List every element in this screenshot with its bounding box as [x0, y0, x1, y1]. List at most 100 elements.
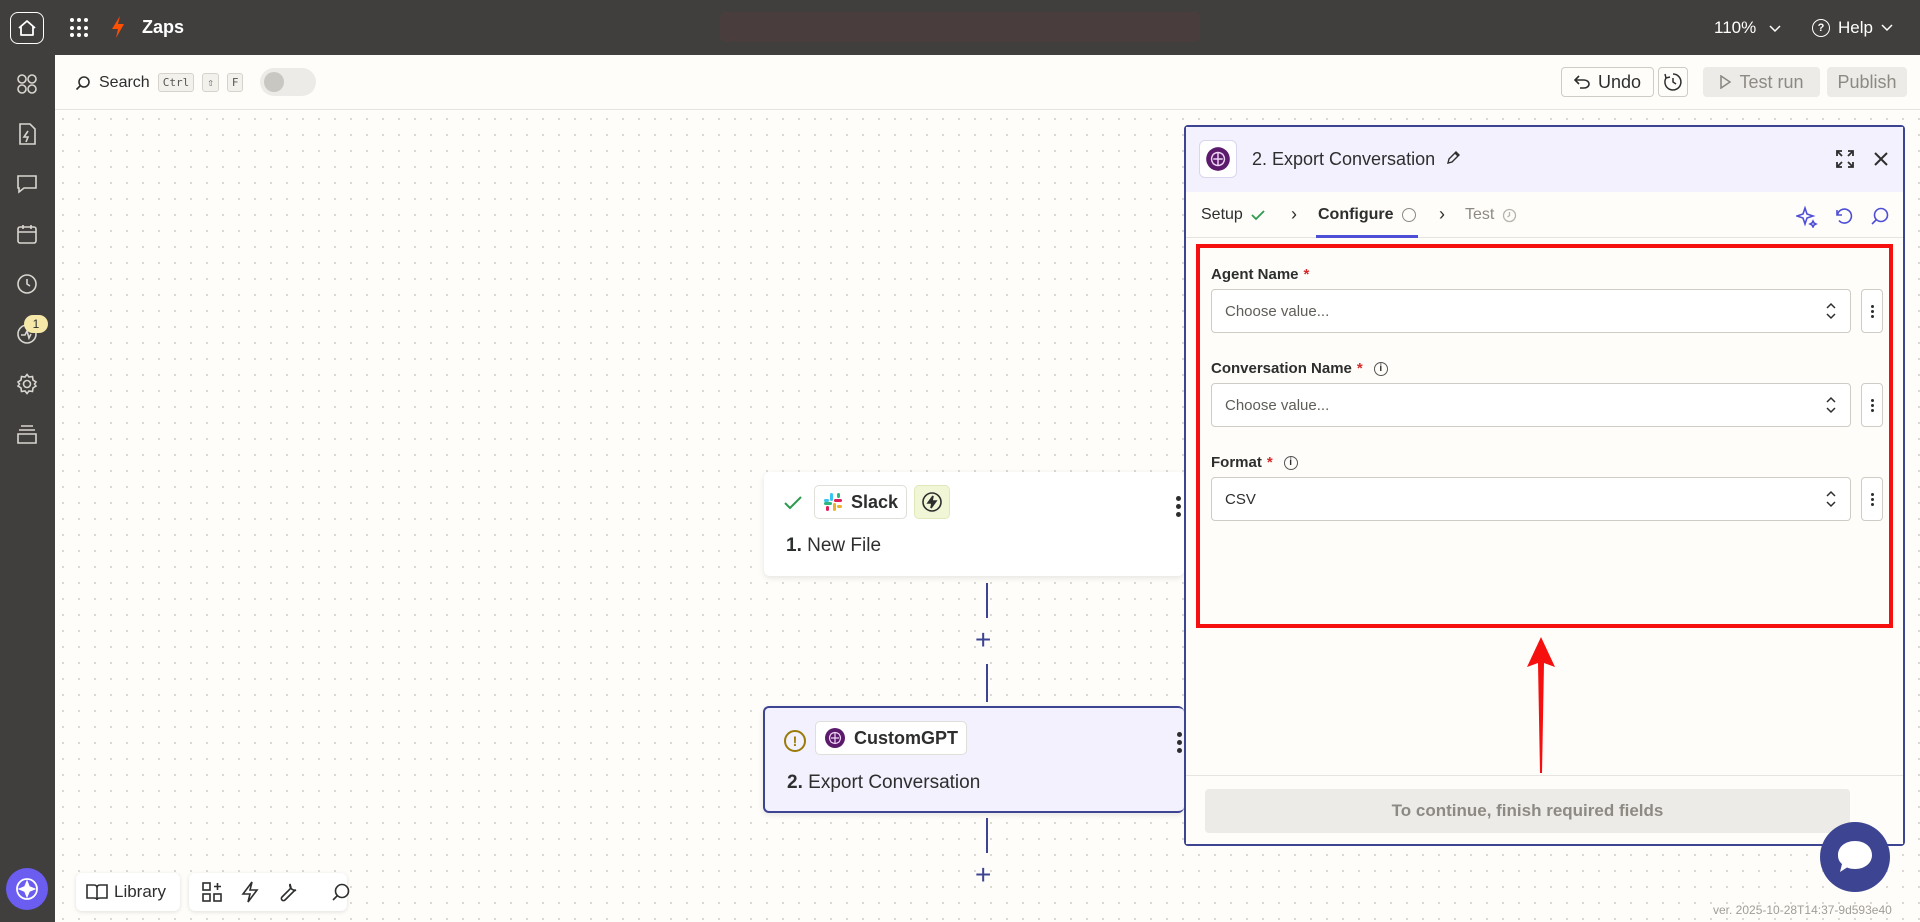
label-text: Format — [1211, 454, 1262, 471]
history-icon[interactable] — [14, 271, 40, 297]
lightning-icon[interactable] — [235, 873, 265, 911]
refresh-icon[interactable] — [1834, 206, 1854, 226]
continue-button[interactable]: To continue, finish required fields — [1205, 789, 1850, 833]
ai-sparkle-icon[interactable] — [1796, 206, 1818, 228]
wrench-icon[interactable] — [271, 873, 305, 911]
expand-icon[interactable] — [1835, 149, 1855, 169]
settings-icon[interactable] — [14, 371, 40, 397]
support-chat-button[interactable] — [1820, 822, 1890, 892]
up-down-chevron-icon — [1826, 396, 1836, 414]
required-fields-highlight: Agent Name * Choose value... Conversatio… — [1196, 244, 1893, 628]
step-title: 2. Export Conversation — [787, 772, 980, 794]
step-number: 1. — [786, 535, 802, 556]
app-name: CustomGPT — [854, 727, 959, 748]
app-title[interactable]: Zaps — [142, 17, 184, 38]
select-value: Choose value... — [1225, 397, 1330, 414]
panel-header: 2. Export Conversation — [1186, 127, 1903, 192]
red-arrow-annotation — [1527, 637, 1555, 773]
tab-configure[interactable]: Configure — [1318, 206, 1416, 224]
undo-button[interactable]: Undo — [1561, 67, 1654, 97]
tab-test[interactable]: Test — [1465, 206, 1517, 224]
search-button[interactable]: Search Ctrl ⇧ F — [75, 73, 244, 92]
step-card-action[interactable]: ! CustomGPT 2. Export Conversation — [763, 706, 1184, 813]
zoom-level: 110% — [1714, 18, 1757, 37]
canvas-tools — [189, 873, 350, 911]
tab-label: Test — [1465, 206, 1495, 223]
tab-label: Setup — [1201, 206, 1243, 223]
field-options-button[interactable] — [1861, 477, 1883, 521]
chat-icon[interactable] — [14, 171, 40, 197]
step-number: 2. — [787, 772, 803, 793]
app-chip-slack: Slack — [814, 485, 908, 519]
library-label: Library — [114, 882, 166, 901]
chevron-right-icon: › — [1439, 204, 1445, 224]
field-label-agent-name: Agent Name * — [1211, 266, 1309, 283]
search-icon[interactable] — [1870, 206, 1890, 226]
up-down-chevron-icon — [1826, 490, 1836, 508]
info-icon[interactable]: i — [1373, 361, 1388, 376]
step-card-trigger[interactable]: Slack 1. New File — [764, 472, 1184, 576]
zoom-dropdown[interactable]: 110% — [1714, 18, 1781, 38]
brain-icon — [1199, 140, 1237, 178]
search-icon — [75, 75, 90, 90]
search-icon[interactable] — [311, 873, 357, 911]
home-icon[interactable] — [10, 12, 44, 44]
app-grid-icon[interactable] — [70, 18, 90, 38]
info-icon[interactable]: i — [1283, 455, 1298, 470]
publish-button[interactable]: Publish — [1827, 67, 1907, 97]
layers-icon[interactable] — [14, 421, 40, 447]
chevron-down-icon — [1769, 25, 1781, 33]
active-tab-indicator — [1316, 235, 1418, 238]
add-widget-icon[interactable] — [195, 873, 229, 911]
panel-title[interactable]: 2. Export Conversation — [1252, 149, 1461, 170]
library-button[interactable]: Library — [76, 873, 180, 911]
copilot-icon[interactable] — [6, 868, 48, 910]
step-title: 1. New File — [786, 535, 881, 557]
calendar-icon[interactable] — [14, 221, 40, 247]
step-menu-icon[interactable] — [1176, 496, 1182, 517]
kbd-shift: ⇧ — [202, 73, 219, 92]
agent-name-select[interactable]: Choose value... — [1211, 289, 1851, 333]
tab-setup[interactable]: Setup — [1201, 206, 1265, 224]
panel-footer: To continue, finish required fields — [1186, 775, 1903, 844]
field-label-conversation-name: Conversation Name * i — [1211, 360, 1388, 377]
add-step-plus-icon[interactable]: + — [975, 861, 991, 889]
required-asterisk: * — [1266, 454, 1273, 471]
field-options-button[interactable] — [1861, 289, 1883, 333]
select-value: CSV — [1225, 491, 1256, 508]
conversation-name-select[interactable]: Choose value... — [1211, 383, 1851, 427]
test-run-button[interactable]: Test run — [1703, 67, 1820, 97]
tab-label: Configure — [1318, 206, 1394, 223]
chat-bubble-icon — [1838, 841, 1872, 872]
add-step-plus-icon[interactable]: + — [975, 626, 991, 654]
zap-bolt-icon — [112, 16, 124, 38]
field-options-button[interactable] — [1861, 383, 1883, 427]
undo-label: Undo — [1597, 71, 1642, 92]
redacted-zap-name — [720, 12, 1200, 42]
app-chip-customgpt: CustomGPT — [815, 721, 968, 755]
checkmark-icon — [784, 496, 802, 510]
apps-icon[interactable] — [14, 71, 40, 97]
step-menu-icon[interactable] — [1177, 732, 1183, 753]
lightning-circle-icon — [922, 492, 942, 512]
format-select[interactable]: CSV — [1211, 477, 1851, 521]
editor-toolbar: Search Ctrl ⇧ F Undo Test run Publish — [55, 55, 1920, 110]
select-value: Choose value... — [1225, 303, 1330, 320]
search-label: Search — [99, 73, 150, 91]
panel-tabs: Setup › Configure › Test — [1186, 192, 1903, 238]
label-text: Agent Name — [1211, 266, 1299, 283]
pencil-icon[interactable] — [1446, 151, 1461, 165]
connector-line — [986, 583, 988, 618]
instant-trigger-badge — [914, 485, 950, 519]
kbd-ctrl: Ctrl — [157, 73, 195, 92]
close-icon[interactable] — [1873, 151, 1889, 167]
step-name: New File — [807, 535, 882, 556]
zap-file-icon[interactable] — [14, 121, 40, 147]
connector-line — [986, 818, 988, 853]
help-menu[interactable]: ? Help — [1812, 18, 1893, 38]
pending-circle-icon — [1401, 208, 1416, 222]
connector-line — [986, 664, 988, 702]
undo-icon — [1573, 75, 1590, 89]
history-button[interactable] — [1658, 67, 1688, 97]
zap-on-off-toggle[interactable] — [260, 68, 316, 96]
